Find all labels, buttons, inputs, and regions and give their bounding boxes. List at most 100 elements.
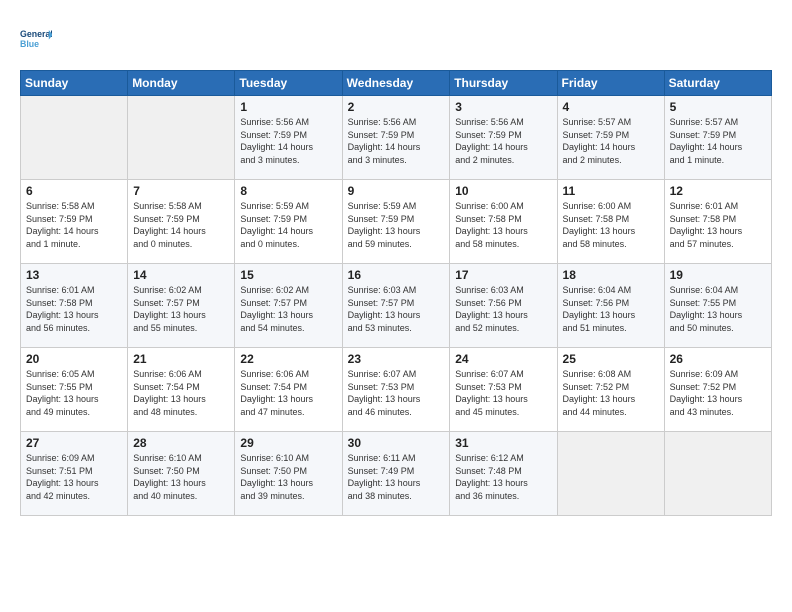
calendar-cell: 21 Sunrise: 6:06 AMSunset: 7:54 PMDayligh… xyxy=(128,348,235,432)
calendar-cell: 7 Sunrise: 5:58 AMSunset: 7:59 PMDaylight… xyxy=(128,180,235,264)
day-number: 24 xyxy=(455,352,551,366)
calendar-week-4: 20 Sunrise: 6:05 AMSunset: 7:55 PMDayligh… xyxy=(21,348,772,432)
day-info: Sunrise: 6:07 AMSunset: 7:53 PMDaylight:… xyxy=(348,368,445,418)
calendar-cell: 13 Sunrise: 6:01 AMSunset: 7:58 PMDayligh… xyxy=(21,264,128,348)
day-info: Sunrise: 6:05 AMSunset: 7:55 PMDaylight:… xyxy=(26,368,122,418)
day-number: 27 xyxy=(26,436,122,450)
calendar-week-2: 6 Sunrise: 5:58 AMSunset: 7:59 PMDaylight… xyxy=(21,180,772,264)
day-number: 16 xyxy=(348,268,445,282)
calendar-cell: 2 Sunrise: 5:56 AMSunset: 7:59 PMDaylight… xyxy=(342,96,450,180)
day-info: Sunrise: 5:56 AMSunset: 7:59 PMDaylight:… xyxy=(348,116,445,166)
calendar-table: SundayMondayTuesdayWednesdayThursdayFrid… xyxy=(20,70,772,516)
weekday-header-friday: Friday xyxy=(557,71,664,96)
day-info: Sunrise: 6:08 AMSunset: 7:52 PMDaylight:… xyxy=(563,368,659,418)
day-info: Sunrise: 5:56 AMSunset: 7:59 PMDaylight:… xyxy=(455,116,551,166)
calendar-cell: 27 Sunrise: 6:09 AMSunset: 7:51 PMDayligh… xyxy=(21,432,128,516)
calendar-cell: 15 Sunrise: 6:02 AMSunset: 7:57 PMDayligh… xyxy=(235,264,342,348)
weekday-header-wednesday: Wednesday xyxy=(342,71,450,96)
calendar-cell: 30Sunrise: 6:11 AMSunset: 7:49 PMDayligh… xyxy=(342,432,450,516)
calendar-cell: 8Sunrise: 5:59 AMSunset: 7:59 PMDaylight… xyxy=(235,180,342,264)
day-info: Sunrise: 5:59 AMSunset: 7:59 PMDaylight:… xyxy=(348,200,445,250)
day-number: 31 xyxy=(455,436,551,450)
day-info: Sunrise: 6:01 AMSunset: 7:58 PMDaylight:… xyxy=(26,284,122,334)
calendar-cell: 25 Sunrise: 6:08 AMSunset: 7:52 PMDayligh… xyxy=(557,348,664,432)
calendar-cell: 18Sunrise: 6:04 AMSunset: 7:56 PMDayligh… xyxy=(557,264,664,348)
weekday-header-row: SundayMondayTuesdayWednesdayThursdayFrid… xyxy=(21,71,772,96)
day-info: Sunrise: 6:01 AMSunset: 7:58 PMDaylight:… xyxy=(670,200,766,250)
day-number: 3 xyxy=(455,100,551,114)
day-number: 9 xyxy=(348,184,445,198)
calendar-cell: 26Sunrise: 6:09 AMSunset: 7:52 PMDayligh… xyxy=(664,348,771,432)
calendar-cell: 5 Sunrise: 5:57 AMSunset: 7:59 PMDaylight… xyxy=(664,96,771,180)
calendar-cell: 17 Sunrise: 6:03 AMSunset: 7:56 PMDayligh… xyxy=(450,264,557,348)
day-number: 30 xyxy=(348,436,445,450)
calendar-cell: 22Sunrise: 6:06 AMSunset: 7:54 PMDayligh… xyxy=(235,348,342,432)
calendar-cell: 31 Sunrise: 6:12 AMSunset: 7:48 PMDayligh… xyxy=(450,432,557,516)
day-info: Sunrise: 6:09 AMSunset: 7:51 PMDaylight:… xyxy=(26,452,122,502)
day-info: Sunrise: 6:02 AMSunset: 7:57 PMDaylight:… xyxy=(133,284,229,334)
day-number: 19 xyxy=(670,268,766,282)
day-info: Sunrise: 6:07 AMSunset: 7:53 PMDaylight:… xyxy=(455,368,551,418)
svg-text:General: General xyxy=(20,29,52,39)
calendar-cell: 24 Sunrise: 6:07 AMSunset: 7:53 PMDayligh… xyxy=(450,348,557,432)
day-info: Sunrise: 6:04 AMSunset: 7:55 PMDaylight:… xyxy=(670,284,766,334)
day-number: 13 xyxy=(26,268,122,282)
day-number: 8 xyxy=(240,184,336,198)
day-info: Sunrise: 6:06 AMSunset: 7:54 PMDaylight:… xyxy=(240,368,336,418)
day-number: 21 xyxy=(133,352,229,366)
day-info: Sunrise: 5:58 AMSunset: 7:59 PMDaylight:… xyxy=(26,200,122,250)
calendar-cell: 23 Sunrise: 6:07 AMSunset: 7:53 PMDayligh… xyxy=(342,348,450,432)
day-info: Sunrise: 6:12 AMSunset: 7:48 PMDaylight:… xyxy=(455,452,551,502)
day-number: 6 xyxy=(26,184,122,198)
day-info: Sunrise: 6:10 AMSunset: 7:50 PMDaylight:… xyxy=(133,452,229,502)
day-number: 17 xyxy=(455,268,551,282)
day-number: 12 xyxy=(670,184,766,198)
calendar-cell xyxy=(21,96,128,180)
calendar-cell: 29 Sunrise: 6:10 AMSunset: 7:50 PMDayligh… xyxy=(235,432,342,516)
weekday-header-monday: Monday xyxy=(128,71,235,96)
day-number: 11 xyxy=(563,184,659,198)
day-number: 14 xyxy=(133,268,229,282)
calendar-cell: 1 Sunrise: 5:56 AMSunset: 7:59 PMDaylight… xyxy=(235,96,342,180)
day-number: 15 xyxy=(240,268,336,282)
day-info: Sunrise: 6:10 AMSunset: 7:50 PMDaylight:… xyxy=(240,452,336,502)
day-number: 1 xyxy=(240,100,336,114)
logo: General Blue xyxy=(20,18,52,58)
weekday-header-thursday: Thursday xyxy=(450,71,557,96)
day-info: Sunrise: 6:04 AMSunset: 7:56 PMDaylight:… xyxy=(563,284,659,334)
day-number: 25 xyxy=(563,352,659,366)
calendar-cell: 16Sunrise: 6:03 AMSunset: 7:57 PMDayligh… xyxy=(342,264,450,348)
day-info: Sunrise: 6:02 AMSunset: 7:57 PMDaylight:… xyxy=(240,284,336,334)
calendar-cell: 3 Sunrise: 5:56 AMSunset: 7:59 PMDaylight… xyxy=(450,96,557,180)
calendar-cell: 19 Sunrise: 6:04 AMSunset: 7:55 PMDayligh… xyxy=(664,264,771,348)
calendar-cell xyxy=(557,432,664,516)
day-number: 4 xyxy=(563,100,659,114)
day-info: Sunrise: 5:57 AMSunset: 7:59 PMDaylight:… xyxy=(670,116,766,166)
header: General Blue xyxy=(20,18,772,58)
day-info: Sunrise: 6:03 AMSunset: 7:56 PMDaylight:… xyxy=(455,284,551,334)
day-number: 28 xyxy=(133,436,229,450)
day-number: 10 xyxy=(455,184,551,198)
day-info: Sunrise: 6:06 AMSunset: 7:54 PMDaylight:… xyxy=(133,368,229,418)
svg-text:Blue: Blue xyxy=(20,39,39,49)
day-info: Sunrise: 6:00 AMSunset: 7:58 PMDaylight:… xyxy=(563,200,659,250)
day-number: 2 xyxy=(348,100,445,114)
weekday-header-sunday: Sunday xyxy=(21,71,128,96)
day-info: Sunrise: 5:58 AMSunset: 7:59 PMDaylight:… xyxy=(133,200,229,250)
day-number: 26 xyxy=(670,352,766,366)
calendar-week-1: 1 Sunrise: 5:56 AMSunset: 7:59 PMDaylight… xyxy=(21,96,772,180)
calendar-week-5: 27 Sunrise: 6:09 AMSunset: 7:51 PMDayligh… xyxy=(21,432,772,516)
calendar-cell: 12 Sunrise: 6:01 AMSunset: 7:58 PMDayligh… xyxy=(664,180,771,264)
calendar-cell xyxy=(128,96,235,180)
main-container: General Blue SundayMondayTuesdayWednesda… xyxy=(0,0,792,526)
day-number: 29 xyxy=(240,436,336,450)
calendar-cell: 11 Sunrise: 6:00 AMSunset: 7:58 PMDayligh… xyxy=(557,180,664,264)
day-number: 7 xyxy=(133,184,229,198)
day-number: 23 xyxy=(348,352,445,366)
day-info: Sunrise: 5:56 AMSunset: 7:59 PMDaylight:… xyxy=(240,116,336,166)
calendar-cell: 28 Sunrise: 6:10 AMSunset: 7:50 PMDayligh… xyxy=(128,432,235,516)
calendar-cell: 10Sunrise: 6:00 AMSunset: 7:58 PMDayligh… xyxy=(450,180,557,264)
day-number: 20 xyxy=(26,352,122,366)
day-number: 5 xyxy=(670,100,766,114)
calendar-cell: 14 Sunrise: 6:02 AMSunset: 7:57 PMDayligh… xyxy=(128,264,235,348)
